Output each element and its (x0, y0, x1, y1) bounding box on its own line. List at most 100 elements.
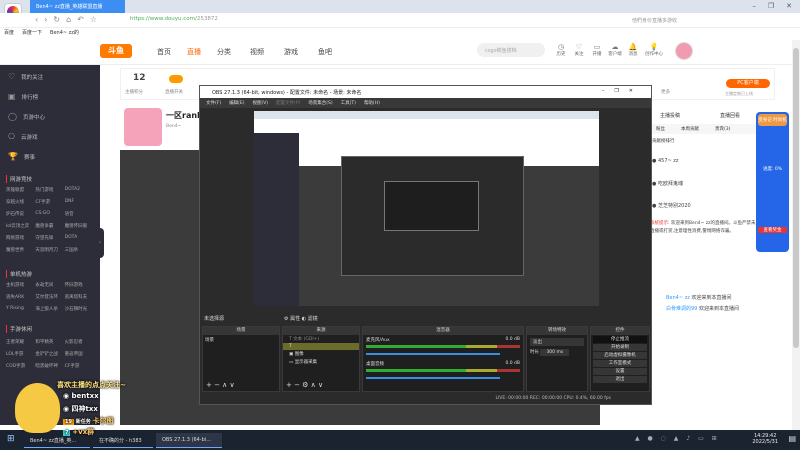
creator-center-button[interactable]: 💡 创作中心 (643, 43, 665, 57)
game-link[interactable]: 怀旧游戏 (65, 282, 94, 288)
menu-scene-collection[interactable]: 场景集合(S) (308, 100, 332, 106)
game-link[interactable]: 永劫无间 (35, 282, 64, 288)
obs-window-controls[interactable]: –❐✕ (602, 88, 643, 94)
game-link[interactable]: 和平精英 (35, 339, 64, 345)
game-link[interactable]: 穿越火线 (6, 199, 35, 205)
game-link[interactable]: 暗黑破坏神 (35, 363, 64, 369)
menu-view[interactable]: 视图(V) (252, 100, 268, 106)
volume-slider[interactable] (366, 353, 500, 355)
source-toolbar-icons[interactable]: + − ⚙ ∧ ∨ (286, 381, 323, 389)
nav-live[interactable]: 直播 (187, 47, 201, 57)
url-field[interactable]: https://www.douyu.com/253872 (130, 16, 220, 22)
sidebar-item-cloud[interactable]: ⎔ 云游戏 (8, 132, 38, 141)
menu-tools[interactable]: 工具(T) (341, 100, 356, 106)
nav-category[interactable]: 分类 (217, 47, 231, 57)
menu-profile[interactable]: 配置文件(P) (276, 100, 300, 106)
tab-streamer-posts[interactable]: 主播投稿 (660, 112, 680, 119)
game-link[interactable]: 守望先锋 (35, 235, 64, 241)
menu-edit[interactable]: 编辑(E) (229, 100, 244, 106)
properties-button[interactable]: ⚙ 属性 (284, 316, 300, 322)
scene-item[interactable]: 场景 (203, 335, 279, 345)
fan-row[interactable]: ● 芝芝特别2020 (652, 202, 691, 209)
source-item[interactable]: T (283, 343, 359, 350)
game-link[interactable]: 魔兽争霸 (35, 223, 64, 229)
game-link[interactable]: 重返帝国 (65, 351, 94, 357)
filters-button[interactable]: ◐ 滤镜 (302, 316, 318, 322)
game-link[interactable]: 金铲铲之战 (35, 351, 64, 357)
game-link[interactable]: 逃失ARK (6, 294, 35, 300)
game-link[interactable]: CS:GO (35, 211, 64, 217)
game-link[interactable]: 主机游戏 (6, 282, 35, 288)
menu-help[interactable]: 帮助(H) (364, 100, 380, 106)
game-link[interactable]: lol云顶之弈 (6, 223, 35, 229)
game-link[interactable]: 天涯明月刀 (35, 247, 64, 253)
notification-icon[interactable]: ▤ (788, 434, 796, 443)
widget-button[interactable]: 查看奖金 (758, 227, 787, 233)
game-link[interactable]: 语音 (65, 211, 94, 217)
game-link[interactable]: 热门游戏 (35, 187, 64, 193)
game-link[interactable]: 三国杀 (65, 247, 94, 253)
tab-vip[interactable]: 贵宾(3) (715, 126, 730, 132)
game-link[interactable]: Y Rising (6, 306, 35, 312)
nav-home[interactable]: 首页 (157, 47, 171, 57)
maximize-icon[interactable]: ❐ (768, 2, 774, 10)
game-link[interactable]: 炉石传说 (6, 211, 35, 217)
duration-input[interactable]: 300 ms (540, 349, 570, 356)
game-link[interactable]: COD手游 (6, 363, 35, 369)
game-link[interactable]: DOTA (65, 235, 94, 241)
game-link[interactable]: 沙石镇时光 (65, 306, 94, 312)
follow-button[interactable]: ♡ 关注 (571, 43, 587, 57)
source-item[interactable]: ▭ 显示器采集 (283, 358, 359, 366)
douyu-logo[interactable]: 斗鱼 (100, 44, 132, 58)
stop-streaming-button[interactable]: 停止推流 (593, 336, 647, 343)
nav-video[interactable]: 视频 (250, 47, 264, 57)
fan-row[interactable]: ● 吃欧拜鬼魂 (652, 180, 683, 187)
browser-tab[interactable]: Ben4~ zz直播_英雄联盟直播 (30, 0, 125, 13)
tab-fans[interactable]: 粉丝 (656, 126, 665, 132)
more-label[interactable]: 更多 (661, 89, 670, 95)
transition-select[interactable]: 淡出 (530, 338, 584, 346)
game-link[interactable]: 海上狼人杀 (35, 306, 64, 312)
game-link[interactable]: 英雄联盟 (6, 187, 35, 193)
start-live-button[interactable]: ▭ 开播 (589, 43, 605, 57)
minimize-icon[interactable]: – (752, 2, 756, 10)
sidebar-collapse-button[interactable]: ‹ (96, 228, 104, 258)
fan-row[interactable]: ● 457~ zz (652, 158, 679, 164)
sidebar-item-follow[interactable]: ♡ 我的关注 (8, 72, 43, 81)
start-recording-button[interactable]: 开始录制 (593, 344, 647, 351)
settings-button[interactable]: 设置 (593, 368, 647, 375)
volume-slider[interactable] (366, 377, 500, 379)
close-icon[interactable]: ✕ (786, 2, 792, 10)
tab-week[interactable]: 本周贡献 (681, 126, 699, 132)
bookmark[interactable]: 百度 (4, 29, 14, 37)
pc-client-button[interactable]: PC客户端 (726, 79, 770, 88)
clock[interactable]: 14:29:42 2022/5/31 (752, 433, 778, 445)
exit-button[interactable]: 退出 (593, 376, 647, 383)
game-link[interactable]: DNF (65, 199, 94, 205)
streamer-name[interactable]: Ben4~ (166, 124, 181, 129)
bookmark[interactable]: 百度一下 (22, 29, 42, 37)
bookmark[interactable]: Ben4~ zz的 (50, 29, 79, 37)
nav-games[interactable]: 游戏 (284, 47, 298, 57)
game-link[interactable]: 逃离塔科夫 (65, 294, 94, 300)
game-link[interactable]: 魔兽世界 (6, 247, 35, 253)
game-link[interactable]: CF手游 (35, 199, 64, 205)
game-link[interactable]: 王者荣耀 (6, 339, 35, 345)
history-button[interactable]: ◷ 历史 (553, 43, 569, 57)
obs-preview[interactable] (254, 111, 599, 306)
site-search-input[interactable]: csgo鳄鱼搭档 (477, 43, 545, 57)
live-toggle[interactable] (169, 75, 183, 83)
browser-search[interactable]: 他們身价直播多游收 (630, 15, 705, 26)
nav-fishbar[interactable]: 鱼吧 (318, 47, 332, 57)
sidebar-item-rank[interactable]: ▣ 排行榜 (8, 92, 38, 101)
game-link[interactable]: LOL手游 (6, 351, 35, 357)
source-item[interactable]: T 文本 (GDI+) (283, 335, 359, 343)
sidebar-item-events[interactable]: 🏆 赛事 (8, 152, 35, 161)
tab-replay[interactable]: 直播回看 (720, 112, 740, 119)
sidebar-item-webgames[interactable]: ◯ 页游中心 (8, 112, 45, 121)
system-tray-icons[interactable]: ▲ ● ◌ ▲ ♪ ▭ ⊞ (635, 435, 720, 442)
studio-mode-button[interactable]: 工作室模式 (593, 360, 647, 367)
source-item[interactable]: ▣ 图像 (283, 350, 359, 358)
game-link[interactable]: DOTA2 (65, 187, 94, 193)
nav-buttons-icon[interactable]: ‹›↻⌂↶☆ (35, 15, 103, 24)
